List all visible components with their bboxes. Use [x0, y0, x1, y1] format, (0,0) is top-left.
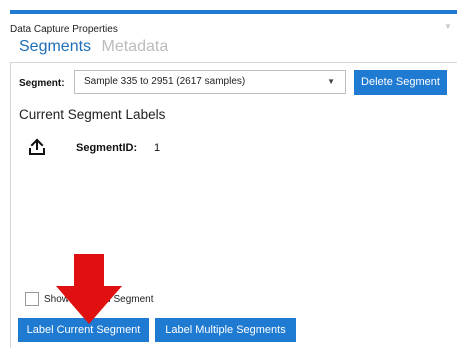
segment-dropdown-value: Sample 335 to 2951 (2617 samples) — [84, 76, 246, 87]
show-selected-checkbox[interactable] — [25, 292, 39, 306]
label-key: SegmentID: — [76, 142, 138, 154]
upload-icon[interactable] — [28, 138, 46, 156]
window-accent-bar — [10, 10, 457, 14]
tab-metadata[interactable]: Metadata — [102, 38, 169, 56]
collapse-arrow-icon[interactable]: ▼ — [444, 22, 452, 31]
label-multiple-segments-button[interactable]: Label Multiple Segments — [155, 318, 296, 342]
tab-bar: Segments Metadata — [19, 38, 174, 56]
current-segment-labels-heading: Current Segment Labels — [19, 107, 166, 122]
segment-dropdown[interactable]: Sample 335 to 2951 (2617 samples) ▼ — [74, 70, 346, 94]
annotation-arrow-icon — [56, 254, 122, 324]
segment-field-label: Segment: — [19, 78, 65, 89]
chevron-down-icon: ▼ — [327, 77, 335, 86]
tab-segments[interactable]: Segments — [19, 38, 91, 56]
delete-segment-button[interactable]: Delete Segment — [354, 70, 447, 95]
window-title: Data Capture Properties — [10, 24, 118, 35]
label-value: 1 — [154, 142, 161, 154]
